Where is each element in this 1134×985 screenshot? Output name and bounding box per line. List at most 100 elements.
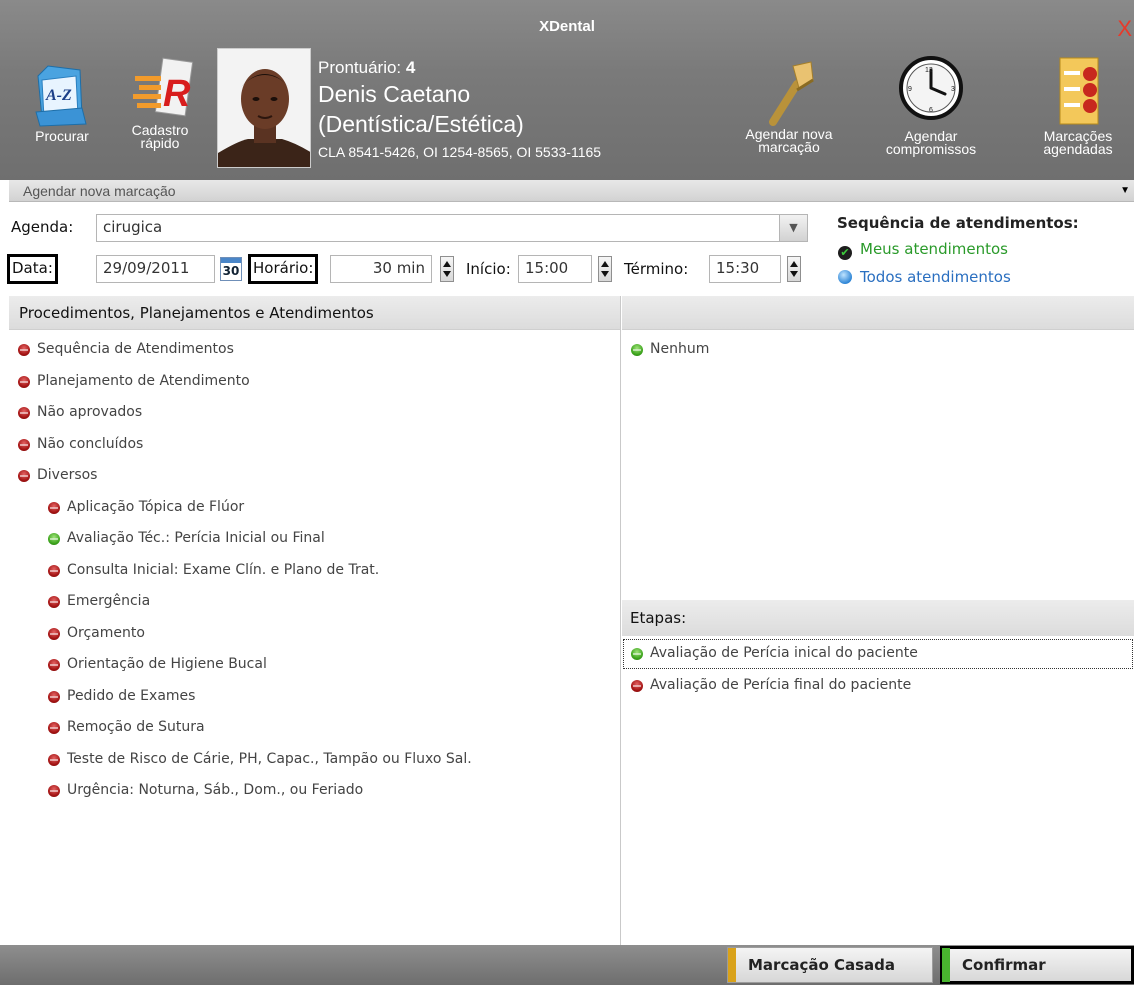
list-item[interactable]: Orçamento <box>9 618 620 650</box>
calendar-icon[interactable]: 30 <box>220 257 242 281</box>
confirm-strip <box>942 948 950 982</box>
steps-header: Etapas: <box>622 600 1134 636</box>
linked-appointment-button[interactable]: Marcação Casada <box>727 947 933 983</box>
list-item-label: Aplicação Tópica de Flúor <box>67 498 245 515</box>
list-item[interactable]: Orientação de Higiene Bucal <box>9 649 620 681</box>
patient-phones: CLA 8541-5426, OI 1254-8565, OI 5533-116… <box>318 144 602 160</box>
procedures-list: Sequência de Atendimentos Planejamento de… <box>9 334 620 807</box>
scheduled-list-icon <box>1059 57 1099 125</box>
list-item[interactable]: Não aprovados <box>9 397 620 429</box>
status-red-icon <box>48 564 60 577</box>
record-number: 4 <box>405 58 416 77</box>
steps-list: Avaliação de Perícia inical do paciente A… <box>622 638 1134 701</box>
all-appointments-option[interactable]: Todos atendimentos <box>838 268 1011 286</box>
start-field[interactable]: 15:00 <box>518 255 592 283</box>
status-green-icon <box>631 344 643 356</box>
scheduled-appointments-button[interactable]: Marcações agendadas <box>1022 52 1134 156</box>
list-item[interactable]: Avaliação de Perícia inical do paciente <box>622 638 1134 670</box>
dropdown-arrow-icon[interactable]: ▼ <box>1120 180 1130 202</box>
agenda-label: Agenda: <box>11 218 74 236</box>
list-item[interactable]: Não concluídos <box>9 429 620 461</box>
svg-text:6: 6 <box>929 107 933 114</box>
attendances-header <box>622 296 1134 330</box>
confirm-button[interactable]: Confirmar <box>940 946 1134 984</box>
time-label: Horário: <box>247 254 319 284</box>
close-icon[interactable]: X <box>1117 16 1132 42</box>
toothbrush-icon <box>769 61 814 126</box>
linked-appointment-strip <box>728 948 736 982</box>
status-red-icon <box>48 659 60 671</box>
section-bar[interactable]: Agendar nova marcação ▼ <box>9 180 1134 202</box>
duration-stepper[interactable] <box>440 256 454 282</box>
list-item[interactable]: Aplicação Tópica de Flúor <box>9 492 620 524</box>
status-green-icon <box>48 533 60 545</box>
list-item[interactable]: Remoção de Sutura <box>9 712 620 744</box>
agenda-value: cirugica <box>103 218 163 236</box>
quick-register-button[interactable]: R Cadastro rápido <box>120 52 200 150</box>
list-item-label: Pedido de Exames <box>67 687 196 704</box>
patient-name: Denis Caetano <box>318 81 471 107</box>
chevron-down-icon[interactable]: ▼ <box>779 215 807 241</box>
status-red-icon <box>48 753 60 766</box>
status-red-icon <box>18 438 30 451</box>
list-item[interactable]: Avaliação de Perícia final do paciente <box>622 670 1134 702</box>
attendances-panel: Nenhum Etapas: Avaliação de Perícia inic… <box>622 296 1134 945</box>
list-item-label: Remoção de Sutura <box>67 719 205 735</box>
list-item[interactable]: Diversos <box>9 460 620 492</box>
linked-appointment-label: Marcação Casada <box>748 956 896 974</box>
clock-icon: 12 3 6 9 <box>899 56 963 120</box>
list-item[interactable]: Nenhum <box>622 334 1134 366</box>
scheduled-appointments-label-2: agendadas <box>1043 141 1113 157</box>
end-value: 15:30 <box>716 259 760 277</box>
agenda-select[interactable]: cirugica ▼ <box>96 214 808 242</box>
patient-specialty: (Dentística/Estética) <box>318 111 524 137</box>
search-button[interactable]: A-Z Procurar <box>22 58 102 143</box>
duration-field[interactable]: 30 min <box>330 255 432 283</box>
list-item[interactable]: Consulta Inicial: Exame Clín. e Plano de… <box>9 555 620 587</box>
list-item[interactable]: Sequência de Atendimentos <box>9 334 620 366</box>
confirm-label: Confirmar <box>962 956 1046 974</box>
attendances-list: Nenhum <box>622 334 1134 366</box>
start-stepper[interactable] <box>598 256 612 282</box>
list-item[interactable]: Planejamento de Atendimento <box>9 366 620 398</box>
checkmark-icon: ✔ <box>838 246 852 260</box>
list-item[interactable]: Pedido de Exames <box>9 681 620 713</box>
list-item-label: Não concluídos <box>37 435 144 452</box>
list-item[interactable]: Avaliação Téc.: Perícia Inicial ou Final <box>9 523 620 555</box>
list-item-label: Planejamento de Atendimento <box>37 372 250 389</box>
end-stepper[interactable] <box>787 256 801 282</box>
footer-bar: Marcação Casada Confirmar <box>0 945 1134 985</box>
section-bar-label: Agendar nova marcação <box>23 183 176 199</box>
list-item[interactable]: Teste de Risco de Cárie, PH, Capac., Tam… <box>9 744 620 776</box>
status-red-icon <box>18 344 30 356</box>
status-red-icon <box>18 375 30 388</box>
list-item-label: Urgência: Noturna, Sáb., Dom., ou Feriad… <box>67 782 364 798</box>
list-item-label: Sequência de Atendimentos <box>37 341 234 357</box>
record-label: Prontuário: <box>318 58 402 77</box>
list-item-label: Emergência <box>67 593 151 609</box>
procedures-panel: Procedimentos, Planejamentos e Atendimen… <box>9 296 621 945</box>
record-line: Prontuário: 4 <box>318 58 601 78</box>
status-green-icon <box>631 648 643 660</box>
calendar-day: 30 <box>222 264 240 278</box>
new-appointment-button[interactable]: Agendar nova marcação <box>733 50 845 154</box>
procedures-header: Procedimentos, Planejamentos e Atendimen… <box>9 296 620 330</box>
list-item-label: Nenhum <box>650 341 710 357</box>
status-red-icon <box>48 722 60 734</box>
quick-register-icon: R <box>133 57 194 117</box>
status-red-icon <box>48 785 60 797</box>
start-value: 15:00 <box>525 259 569 277</box>
list-item-label: Avaliação de Perícia inical do paciente <box>650 645 918 661</box>
my-appointments-option[interactable]: ✔ Meus atendimentos <box>838 240 1008 260</box>
svg-text:12: 12 <box>925 67 933 74</box>
list-item-label: Consulta Inicial: Exame Clín. e Plano de… <box>67 561 380 578</box>
list-item[interactable]: Emergência <box>9 586 620 618</box>
all-appointments-label: Todos atendimentos <box>860 268 1011 286</box>
schedule-commitments-button[interactable]: 12 3 6 9 Agendar compromissos <box>866 52 996 156</box>
end-field[interactable]: 15:30 <box>709 255 781 283</box>
end-label: Término: <box>624 260 689 278</box>
status-red-icon <box>48 596 60 608</box>
date-field[interactable]: 29/09/2011 <box>96 255 215 283</box>
list-item[interactable]: Urgência: Noturna, Sáb., Dom., ou Feriad… <box>9 775 620 807</box>
list-item-label: Orçamento <box>67 624 145 641</box>
